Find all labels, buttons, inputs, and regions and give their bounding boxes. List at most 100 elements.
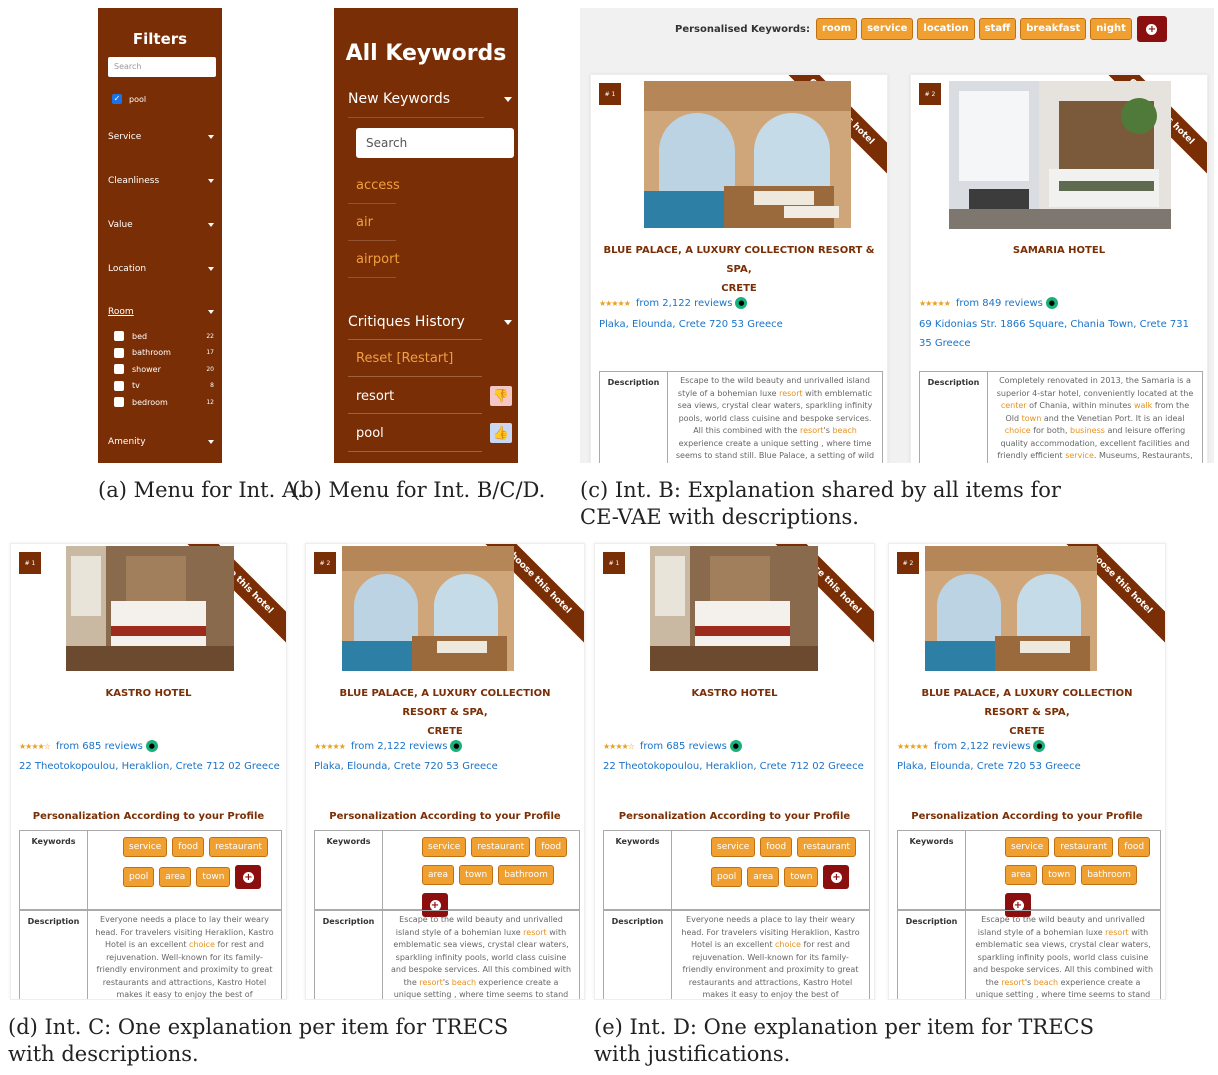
thumbs-down-icon[interactable]: 👎 (490, 386, 512, 406)
tripadvisor-icon: ● (1045, 297, 1058, 309)
checkbox[interactable] (114, 347, 124, 358)
keyword-tag[interactable]: restaurant (797, 837, 857, 857)
keyword-tag[interactable]: service (861, 18, 914, 40)
hotel-name[interactable]: KASTRO HOTEL (595, 684, 874, 703)
keywords-title: All Keywords (345, 41, 507, 66)
keyword-tag[interactable]: night (1090, 18, 1132, 40)
tripadvisor-icon: ● (735, 297, 748, 309)
keyword-tag[interactable]: town (784, 867, 819, 887)
history-item-resort[interactable]: resort 👎 (356, 386, 512, 406)
hotel-name[interactable]: KASTRO HOTEL (11, 684, 286, 703)
keyword-search-input[interactable]: Search (356, 128, 514, 158)
room-filter-tv[interactable]: tv 8 (114, 378, 214, 395)
hotel-name[interactable]: BLUE PALACE, A LUXURY COLLECTION RESORT … (591, 241, 887, 298)
keyword-tag[interactable]: bathroom (498, 865, 554, 885)
keyword-tag[interactable]: restaurant (209, 837, 269, 857)
critiques-history-toggle[interactable]: Critiques History (348, 314, 512, 330)
filter-section-cleanliness[interactable]: Cleanliness (108, 176, 214, 186)
hotel-name[interactable]: BLUE PALACE, A LUXURY COLLECTION RESORT … (306, 684, 584, 741)
keyword-tag[interactable]: staff (978, 18, 1017, 40)
hotel-card: # 1 Choose this hotel KASTRO HOTEL ★★★★☆… (10, 543, 287, 1000)
add-keyword-button[interactable]: + (235, 865, 262, 889)
caret-down-icon (208, 440, 214, 444)
plus-icon: + (830, 871, 842, 883)
room-filter-bedroom[interactable]: bedroom 12 (114, 394, 214, 411)
thumbs-up-icon[interactable]: 👍 (490, 423, 512, 443)
keyword-tag[interactable]: service (123, 837, 168, 857)
caption-a: (a) Menu for Int. A. (98, 478, 304, 502)
keyword-tag[interactable]: pool (123, 867, 155, 887)
hotel-rating[interactable]: ★★★★★ from 849 reviews ● (919, 297, 1058, 309)
hotel-name[interactable]: BLUE PALACE, A LUXURY COLLECTION RESORT … (889, 684, 1165, 741)
keyword-tag[interactable]: service (1005, 837, 1050, 857)
keyword-tag[interactable]: town (196, 867, 231, 887)
hotel-address[interactable]: Plaka, Elounda, Crete 720 53 Greece (897, 757, 1159, 776)
tripadvisor-icon: ● (1033, 740, 1046, 752)
hotel-name[interactable]: SAMARIA HOTEL (911, 241, 1207, 260)
keyword-item[interactable]: air (356, 215, 373, 230)
hotel-rating[interactable]: ★★★★☆ from 685 reviews ● (603, 740, 742, 752)
keyword-tag[interactable]: food (760, 837, 793, 857)
description-table: Description Everyone needs a place to la… (19, 910, 282, 999)
keyword-tag[interactable]: bathroom (1081, 865, 1137, 885)
filter-section-location[interactable]: Location (108, 264, 214, 274)
keyword-tag[interactable]: area (422, 865, 455, 885)
new-keywords-toggle[interactable]: New Keywords (348, 91, 512, 107)
keyword-tag[interactable]: pool (711, 867, 743, 887)
keyword-tag[interactable]: area (1005, 865, 1038, 885)
hotel-rating[interactable]: ★★★★★ from 2,122 reviews ● (599, 297, 748, 309)
room-filter-bed[interactable]: bed 22 (114, 328, 214, 345)
keyword-tag[interactable]: food (535, 837, 568, 857)
keyword-tag[interactable]: service (422, 837, 467, 857)
hotel-address[interactable]: Plaka, Elounda, Crete 720 53 Greece (314, 757, 578, 776)
keyword-tag[interactable]: breakfast (1020, 18, 1087, 40)
add-keyword-button[interactable]: + (1136, 16, 1167, 42)
hotel-address[interactable]: Plaka, Elounda, Crete 720 53 Greece (599, 315, 881, 334)
room-filter-bathroom[interactable]: bathroom 17 (114, 345, 214, 362)
keyword-tag[interactable]: area (747, 867, 780, 887)
filter-search-input[interactable]: Search (108, 57, 216, 77)
keywords-menu: All Keywords New Keywords Search access … (334, 8, 518, 463)
reset-button[interactable]: Reset [Restart] (356, 351, 453, 366)
hotel-address[interactable]: 22 Theotokopoulou, Heraklion, Crete 712 … (19, 757, 280, 776)
rank-badge: # 2 (314, 552, 336, 574)
hotel-address[interactable]: 69 Kidonias Str. 1866 Square, Chania Tow… (919, 315, 1201, 353)
filter-pool-checkbox[interactable]: ✓ pool (112, 94, 222, 104)
keyword-tag[interactable]: room (816, 18, 858, 40)
keyword-tag[interactable]: location (917, 18, 975, 40)
caret-down-icon (208, 135, 214, 139)
keyword-tag[interactable]: service (711, 837, 756, 857)
keyword-tag[interactable]: area (159, 867, 192, 887)
keyword-tag[interactable]: food (172, 837, 205, 857)
divider (348, 413, 482, 414)
keyword-tag[interactable]: food (1118, 837, 1151, 857)
hotel-photo (949, 81, 1171, 229)
keyword-item[interactable]: access (356, 178, 400, 193)
filter-section-room[interactable]: Room (108, 307, 214, 317)
add-keyword-button[interactable]: + (823, 865, 850, 889)
description-table: Description Escape to the wild beauty an… (897, 910, 1161, 999)
keyword-tag[interactable]: restaurant (471, 837, 531, 857)
caption-e: (e) Int. D: One explanation per item for… (594, 1015, 1095, 1067)
hotel-rating[interactable]: ★★★★★ from 2,122 reviews ● (314, 740, 463, 752)
room-filter-shower[interactable]: shower 20 (114, 361, 214, 378)
filter-section-amenity[interactable]: Amenity (108, 437, 214, 447)
hotel-rating[interactable]: ★★★★☆ from 685 reviews ● (19, 740, 158, 752)
history-item-pool[interactable]: pool 👍 (356, 423, 512, 443)
keyword-tag[interactable]: restaurant (1054, 837, 1114, 857)
plus-icon: + (1146, 23, 1158, 35)
filter-section-value[interactable]: Value (108, 220, 214, 230)
keyword-tag[interactable]: town (459, 865, 494, 885)
keyword-tag[interactable]: town (1042, 865, 1077, 885)
filter-section-service[interactable]: Service (108, 132, 214, 142)
checkbox[interactable] (114, 364, 124, 375)
caret-down-icon (208, 223, 214, 227)
hotel-address[interactable]: 22 Theotokopoulou, Heraklion, Crete 712 … (603, 757, 868, 776)
hotel-rating[interactable]: ★★★★★ from 2,122 reviews ● (897, 740, 1046, 752)
description-text: Everyone needs a place to lay their wear… (681, 915, 860, 999)
rank-badge: # 1 (603, 552, 625, 574)
checkbox[interactable] (114, 397, 124, 408)
checkbox[interactable] (114, 331, 124, 342)
keyword-item[interactable]: airport (356, 252, 400, 267)
checkbox[interactable] (114, 380, 124, 391)
